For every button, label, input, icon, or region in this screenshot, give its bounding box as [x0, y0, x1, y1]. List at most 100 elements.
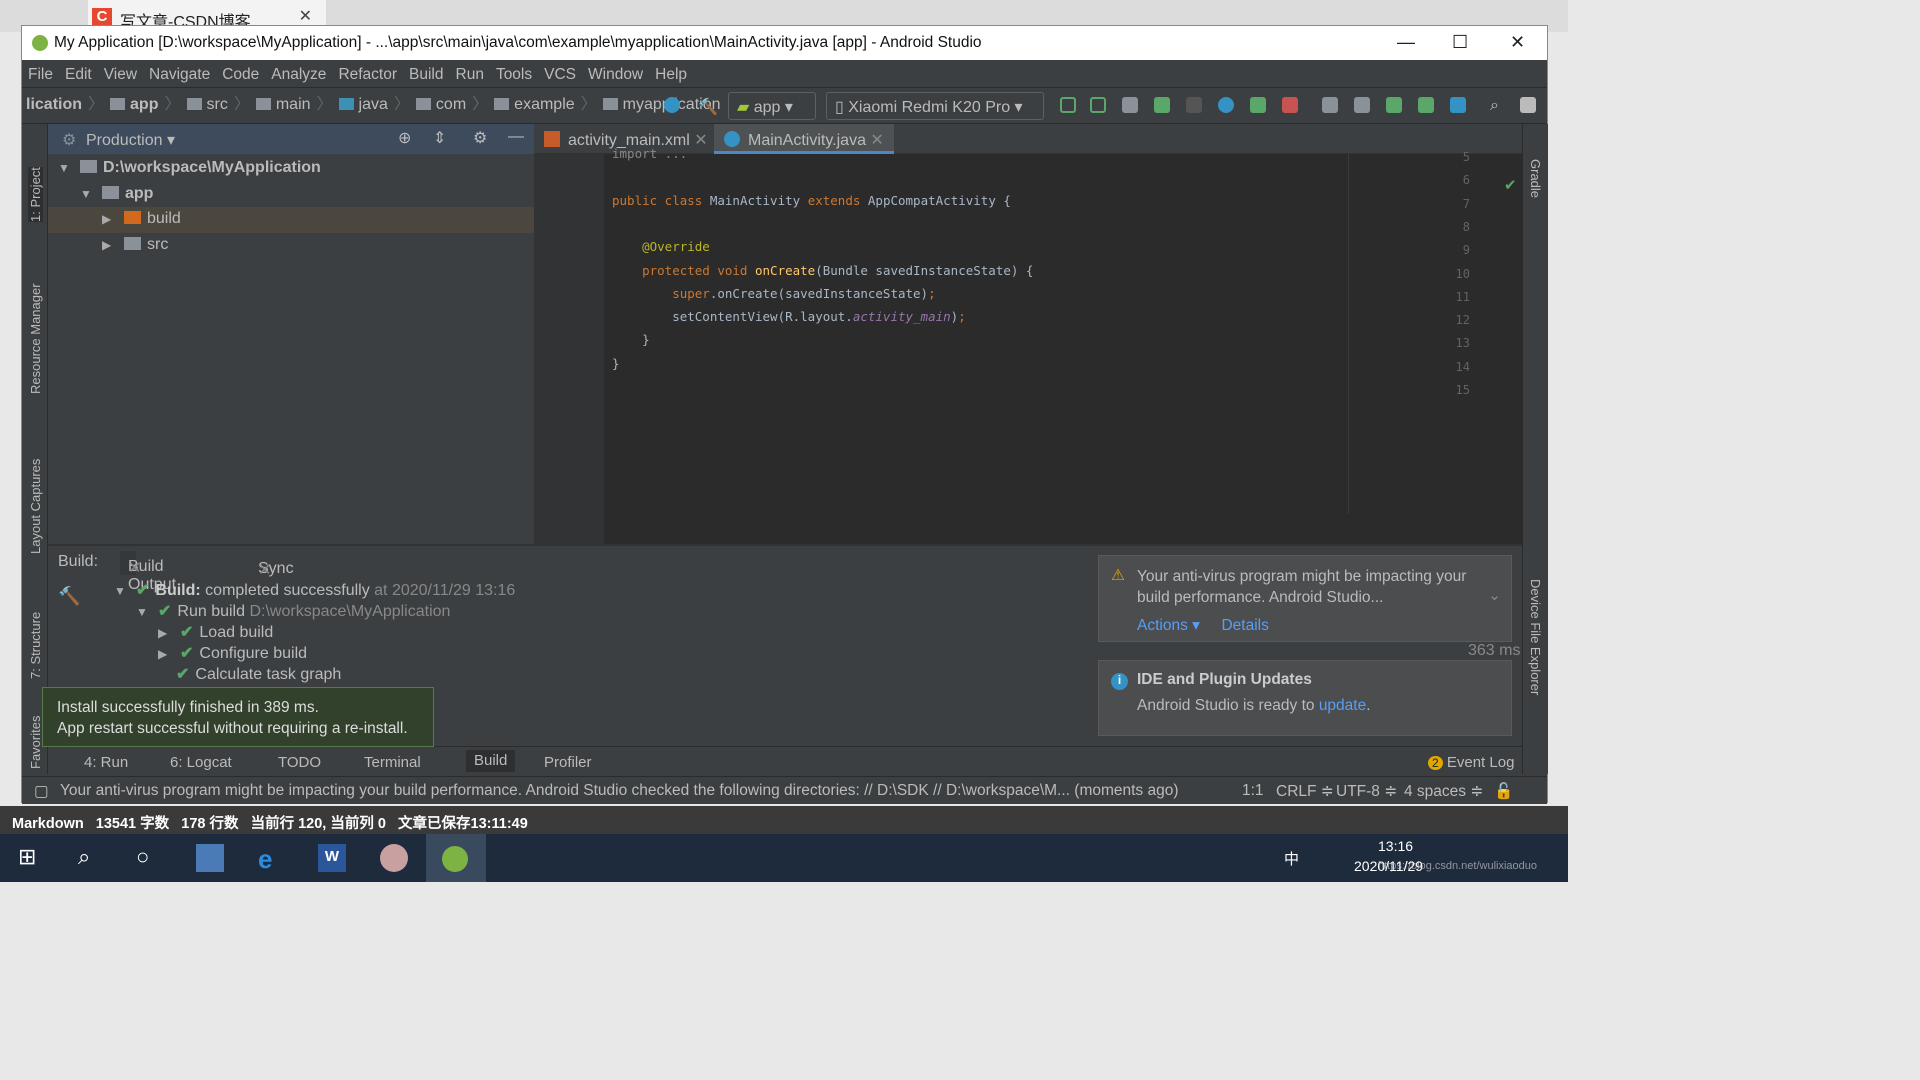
tree-node[interactable]: ▼ D:\workspace\MyApplication: [48, 156, 534, 182]
gradle-sync-icon[interactable]: [1386, 97, 1402, 113]
tree-node[interactable]: ▼ app: [48, 182, 534, 208]
menu-run[interactable]: Run: [450, 60, 490, 84]
menu-edit[interactable]: Edit: [59, 60, 98, 84]
menu-view[interactable]: View: [98, 60, 143, 84]
avd-manager-icon[interactable]: [1354, 97, 1370, 113]
build-row[interactable]: ▶ ✔ Configure build: [158, 643, 307, 663]
caret-position[interactable]: 1:1: [1242, 782, 1264, 800]
clock-time[interactable]: 13:16: [1378, 838, 1413, 854]
search-icon[interactable]: ⌕: [78, 844, 106, 872]
close-tab-icon[interactable]: ✕: [299, 6, 312, 26]
tree-node[interactable]: ▶ src: [48, 233, 534, 259]
tool-tab-6logcat[interactable]: 6: Logcat: [170, 754, 232, 771]
tool-structure[interactable]: 7: Structure: [28, 612, 43, 679]
debug-icon[interactable]: [1154, 97, 1170, 113]
collapsed-arrow-icon[interactable]: ▶: [102, 238, 124, 252]
menu-analyze[interactable]: Analyze: [265, 60, 332, 84]
close-tab-icon[interactable]: ✕: [690, 132, 707, 149]
expanded-arrow-icon[interactable]: ▼: [58, 161, 80, 175]
menu-help[interactable]: Help: [649, 60, 693, 84]
line-separator[interactable]: CRLF ≑: [1276, 782, 1334, 801]
sdk-manager-icon[interactable]: [1418, 97, 1434, 113]
collapsed-arrow-icon[interactable]: ▶: [102, 212, 124, 226]
breadcrumb-item[interactable]: main: [252, 88, 315, 114]
breadcrumb-item[interactable]: src: [183, 88, 232, 114]
account-icon[interactable]: [1520, 97, 1536, 113]
menu-code[interactable]: Code: [216, 60, 265, 84]
tool-device-file-explorer[interactable]: Device File Explorer: [1528, 579, 1543, 695]
menu-file[interactable]: File: [22, 60, 59, 84]
hammer-icon[interactable]: 🔨: [58, 586, 80, 607]
build-row[interactable]: ▶ ✔ Load build: [158, 622, 273, 642]
breadcrumb-item[interactable]: example: [490, 88, 578, 114]
tool-tab-profiler[interactable]: Profiler: [544, 754, 592, 771]
apply-code-changes-icon[interactable]: [1090, 97, 1106, 113]
profile-icon[interactable]: [1218, 97, 1234, 113]
run-icon[interactable]: [1122, 97, 1138, 113]
word-icon[interactable]: W: [318, 844, 346, 872]
menu-build[interactable]: Build: [403, 60, 449, 84]
menu-vcs[interactable]: VCS: [538, 60, 582, 84]
breadcrumb-item[interactable]: lication: [22, 88, 86, 114]
sync-project-icon[interactable]: [1322, 97, 1338, 113]
tab-mainactivity-java[interactable]: MainActivity.java ✕: [714, 124, 894, 154]
ide-updates-notification[interactable]: i IDE and Plugin Updates Android Studio …: [1098, 660, 1512, 736]
details-link[interactable]: Details: [1221, 617, 1268, 634]
tool-tab-todo[interactable]: TODO: [278, 754, 321, 771]
cortana-icon[interactable]: ○: [136, 844, 164, 872]
menu-navigate[interactable]: Navigate: [143, 60, 216, 84]
device-select[interactable]: ▯ Xiaomi Redmi K20 Pro ▾: [826, 92, 1044, 120]
breadcrumb-item[interactable]: com: [412, 88, 470, 114]
tool-tab-terminal[interactable]: Terminal: [364, 754, 421, 771]
minimize-button[interactable]: —: [1397, 32, 1415, 53]
attach-debugger-icon[interactable]: [1250, 97, 1266, 113]
menu-tools[interactable]: Tools: [490, 60, 538, 84]
tab-build-output[interactable]: Build Output ✕: [120, 551, 176, 593]
tool-tab-build[interactable]: Build: [466, 750, 516, 772]
project-view-select[interactable]: Production: [86, 132, 163, 149]
tool-layout-captures[interactable]: Layout Captures: [28, 459, 43, 554]
run-config-select[interactable]: ▰ app ▾: [728, 92, 816, 120]
file-encoding[interactable]: UTF-8 ≑: [1336, 782, 1397, 801]
lock-icon[interactable]: 🔓: [1494, 782, 1513, 801]
android-studio-taskbar-icon[interactable]: [426, 834, 486, 882]
collapsed-arrow-icon[interactable]: ▶: [158, 626, 180, 640]
event-log-button[interactable]: 2 Event Log: [1428, 754, 1514, 771]
menu-window[interactable]: Window: [582, 60, 649, 84]
settings-icon[interactable]: ⚙: [473, 128, 487, 148]
status-message[interactable]: Your anti-virus program might be impacti…: [60, 782, 1230, 800]
hide-icon[interactable]: —: [508, 128, 524, 146]
hammer-icon[interactable]: 🔨: [698, 97, 718, 116]
stop-icon[interactable]: [1282, 97, 1298, 113]
update-link[interactable]: update: [1319, 697, 1366, 714]
edge-icon[interactable]: e: [258, 844, 286, 874]
collapse-all-icon[interactable]: ⇕: [433, 128, 446, 148]
indent-setting[interactable]: 4 spaces ≑: [1404, 782, 1483, 801]
tool-tab-4run[interactable]: 4: Run: [84, 754, 128, 771]
expanded-arrow-icon[interactable]: ▼: [136, 605, 158, 619]
maximize-button[interactable]: ☐: [1452, 32, 1468, 53]
layout-inspector-icon[interactable]: [1450, 97, 1466, 113]
tool-project[interactable]: 1: Project: [28, 167, 43, 222]
expand-chevron-icon[interactable]: ⌄: [1488, 586, 1501, 605]
desktop-app-icon[interactable]: [196, 844, 224, 872]
app-icon[interactable]: [380, 844, 408, 872]
build-row[interactable]: ✔ Calculate task graph: [176, 664, 341, 684]
tool-gradle[interactable]: Gradle: [1528, 159, 1543, 198]
antivirus-notification[interactable]: ⚠ Your anti-virus program might be impac…: [1098, 555, 1512, 642]
expanded-arrow-icon[interactable]: ▼: [80, 187, 102, 201]
breadcrumb-item[interactable]: app: [106, 88, 162, 114]
menu-refactor[interactable]: Refactor: [332, 60, 403, 84]
build-row[interactable]: ▼ ✔ Run build D:\workspace\MyApplication: [136, 601, 450, 621]
search-icon[interactable]: ⌕: [1490, 97, 1506, 114]
code-editor[interactable]: activity_main.xml ✕ MainActivity.java ✕ 5…: [534, 124, 1522, 544]
apply-changes-icon[interactable]: [1060, 97, 1076, 113]
expanded-arrow-icon[interactable]: ▼: [114, 584, 136, 598]
windows-start-icon[interactable]: ⊞: [18, 844, 46, 872]
status-toggle-icon[interactable]: ▢: [34, 782, 49, 801]
collapsed-arrow-icon[interactable]: ▶: [158, 647, 180, 661]
build-row[interactable]: ▼ ✔ Build: completed successfully at 2020/…: [114, 580, 515, 600]
actions-link[interactable]: Actions ▾: [1137, 617, 1200, 634]
tree-node[interactable]: ▶ build: [48, 207, 534, 233]
ime-indicator[interactable]: 中: [1284, 848, 1299, 869]
